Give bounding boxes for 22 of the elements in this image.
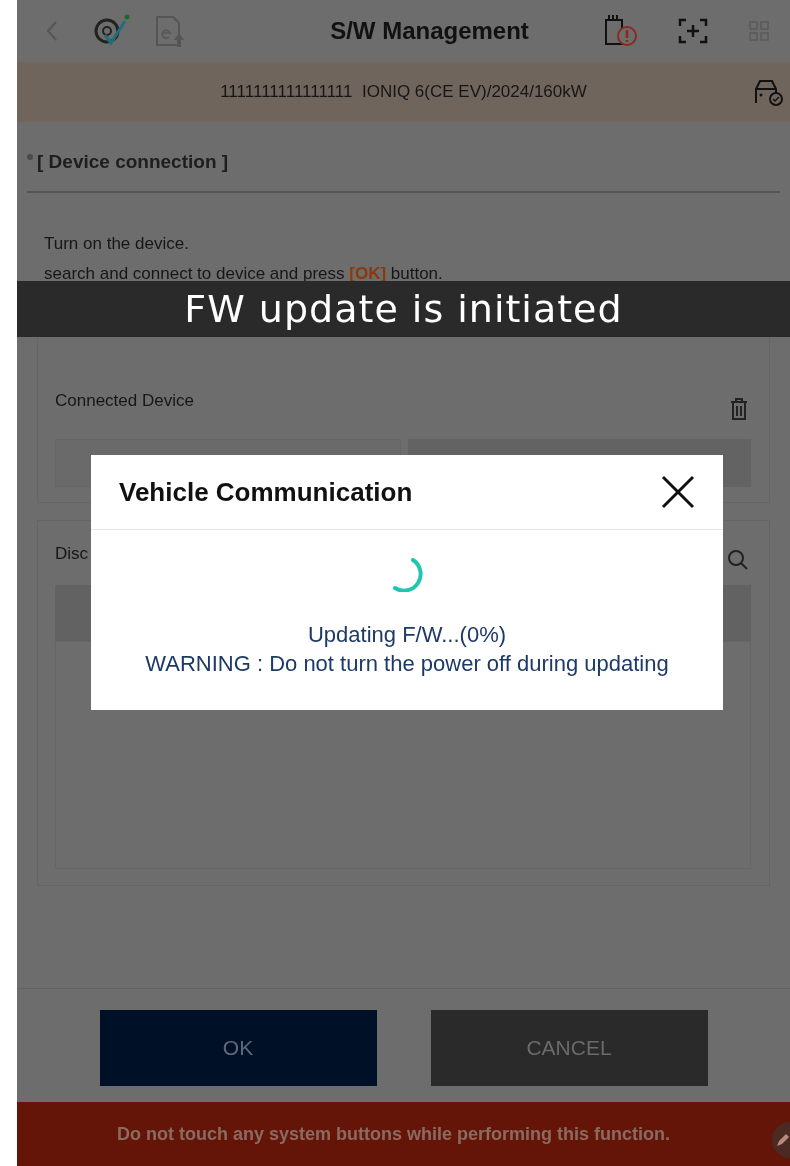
warning-text: Do not touch any system buttons while performing this function. xyxy=(117,1122,670,1146)
search-icon[interactable] xyxy=(727,548,749,571)
warning-message: WARNING : Do not turn the power off during updating xyxy=(145,650,669,678)
car-check-icon[interactable] xyxy=(752,77,784,107)
section-title: [ Device connection ] xyxy=(37,150,229,174)
close-icon[interactable] xyxy=(661,475,695,509)
screen-title: S/W Management xyxy=(329,16,529,46)
device-alert-icon[interactable] xyxy=(602,14,638,48)
pencil-icon xyxy=(776,1133,790,1147)
card-label: Disc xyxy=(55,542,89,565)
vehicle-info: 1111111111111111 IONIQ 6(CE EV)/2024/160kW xyxy=(220,81,587,104)
dialog-title: Vehicle Communication xyxy=(119,475,413,509)
instruction-text: search and connect to device and press [OK] button. xyxy=(44,262,444,285)
trash-icon[interactable] xyxy=(729,396,749,421)
progress-text: Updating F/W...(0%) xyxy=(307,621,507,649)
cancel-button[interactable]: CANCEL xyxy=(430,1009,708,1086)
instruction-text: Turn on the device. xyxy=(44,232,190,255)
toast-message: FW update is initiated xyxy=(184,287,623,331)
add-frame-icon[interactable] xyxy=(678,18,708,44)
card-label: Connected Device xyxy=(55,389,194,412)
ok-button[interactable]: OK xyxy=(99,1009,377,1086)
loading-spinner xyxy=(391,558,423,592)
